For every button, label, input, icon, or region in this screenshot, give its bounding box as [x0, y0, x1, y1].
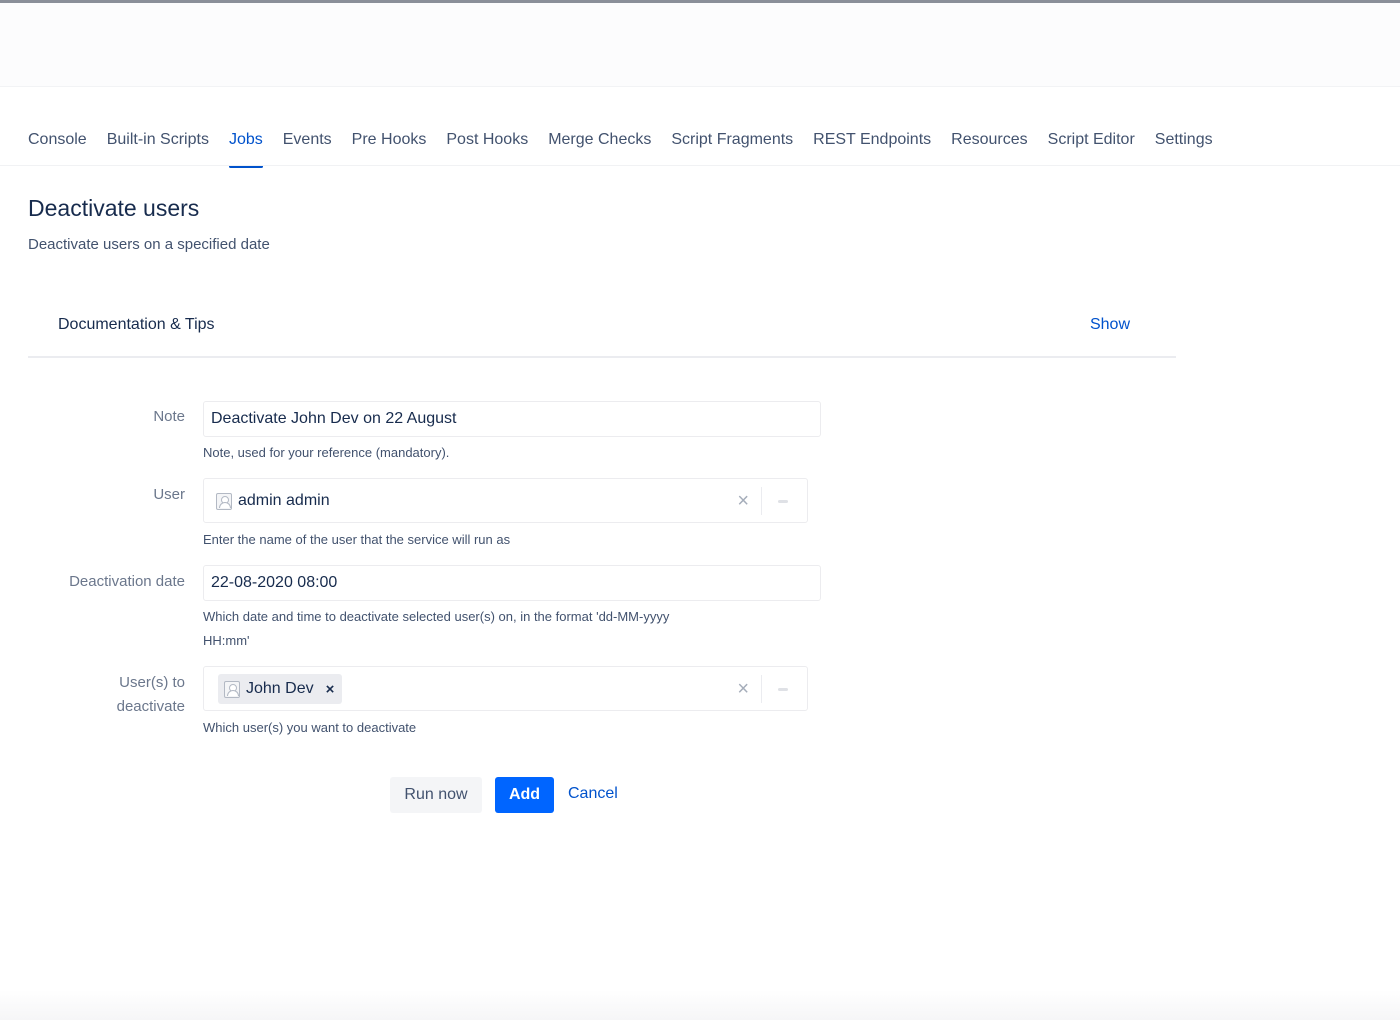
- show-documentation-link[interactable]: Show: [1090, 316, 1130, 334]
- deactivation-date-label: Deactivation date: [69, 573, 185, 590]
- tab-bar: Console Built-in Scripts Jobs Events Pre…: [28, 128, 1223, 168]
- tab-resources[interactable]: Resources: [941, 128, 1037, 154]
- user-help: Enter the name of the user that the serv…: [203, 532, 511, 547]
- users-to-deactivate-label-line2: deactivate: [116, 698, 185, 715]
- users-to-deactivate-label-line1: User(s) to: [119, 674, 185, 691]
- deactivation-date-help: Which date and time to deactivate select…: [203, 605, 783, 653]
- clear-icon[interactable]: ×: [737, 676, 749, 702]
- user-label: User: [153, 486, 185, 503]
- tab-built-in-scripts[interactable]: Built-in Scripts: [97, 128, 219, 154]
- user-select[interactable]: admin admin ×: [203, 478, 808, 523]
- chevron-down-icon[interactable]: [775, 676, 793, 702]
- documentation-panel: Documentation & Tips Show: [28, 300, 1176, 358]
- tab-script-fragments[interactable]: Script Fragments: [661, 128, 803, 154]
- select-separator: [761, 675, 762, 703]
- deactivation-date-help-line1: Which date and time to deactivate select…: [203, 609, 670, 624]
- tab-settings[interactable]: Settings: [1145, 128, 1223, 154]
- tab-console[interactable]: Console: [28, 128, 97, 154]
- tab-merge-checks[interactable]: Merge Checks: [538, 128, 661, 154]
- deactivation-date-help-line2: HH:mm': [203, 633, 250, 648]
- select-separator: [761, 487, 762, 515]
- tab-jobs[interactable]: Jobs: [219, 128, 273, 168]
- tab-post-hooks[interactable]: Post Hooks: [436, 128, 538, 154]
- app-header: [0, 3, 1400, 87]
- tab-events[interactable]: Events: [273, 128, 342, 154]
- user-select-value: admin admin: [216, 488, 330, 514]
- clear-icon[interactable]: ×: [737, 488, 749, 514]
- selected-user-name: John Dev: [246, 680, 314, 697]
- user-select-text: admin admin: [238, 492, 330, 509]
- remove-icon[interactable]: ×: [326, 681, 335, 698]
- run-now-button[interactable]: Run now: [390, 777, 482, 813]
- add-button[interactable]: Add: [495, 777, 554, 813]
- page-title: Deactivate users: [28, 195, 200, 221]
- users-to-deactivate-label: User(s) to deactivate: [25, 671, 185, 719]
- user-avatar-icon: [216, 492, 232, 510]
- chevron-down-icon[interactable]: [775, 488, 793, 514]
- users-to-deactivate-select[interactable]: John Dev × ×: [203, 666, 808, 711]
- tab-rest-endpoints[interactable]: REST Endpoints: [803, 128, 941, 154]
- page-description: Deactivate users on a specified date: [28, 236, 270, 253]
- tab-bar-divider: [0, 165, 1400, 166]
- note-input[interactable]: Deactivate John Dev on 22 August: [203, 401, 821, 437]
- documentation-title: Documentation & Tips: [58, 316, 215, 333]
- tab-pre-hooks[interactable]: Pre Hooks: [342, 128, 437, 154]
- deactivation-date-input[interactable]: 22-08-2020 08:00: [203, 565, 821, 601]
- users-to-deactivate-help: Which user(s) you want to deactivate: [203, 720, 417, 735]
- bottom-edge: [0, 990, 1400, 1020]
- note-label: Note: [153, 408, 185, 425]
- user-avatar-icon: [224, 680, 240, 698]
- note-help: Note, used for your reference (mandatory…: [203, 445, 450, 460]
- selected-user-chip: John Dev ×: [218, 674, 343, 704]
- cancel-link[interactable]: Cancel: [568, 785, 618, 803]
- tab-script-editor[interactable]: Script Editor: [1038, 128, 1145, 154]
